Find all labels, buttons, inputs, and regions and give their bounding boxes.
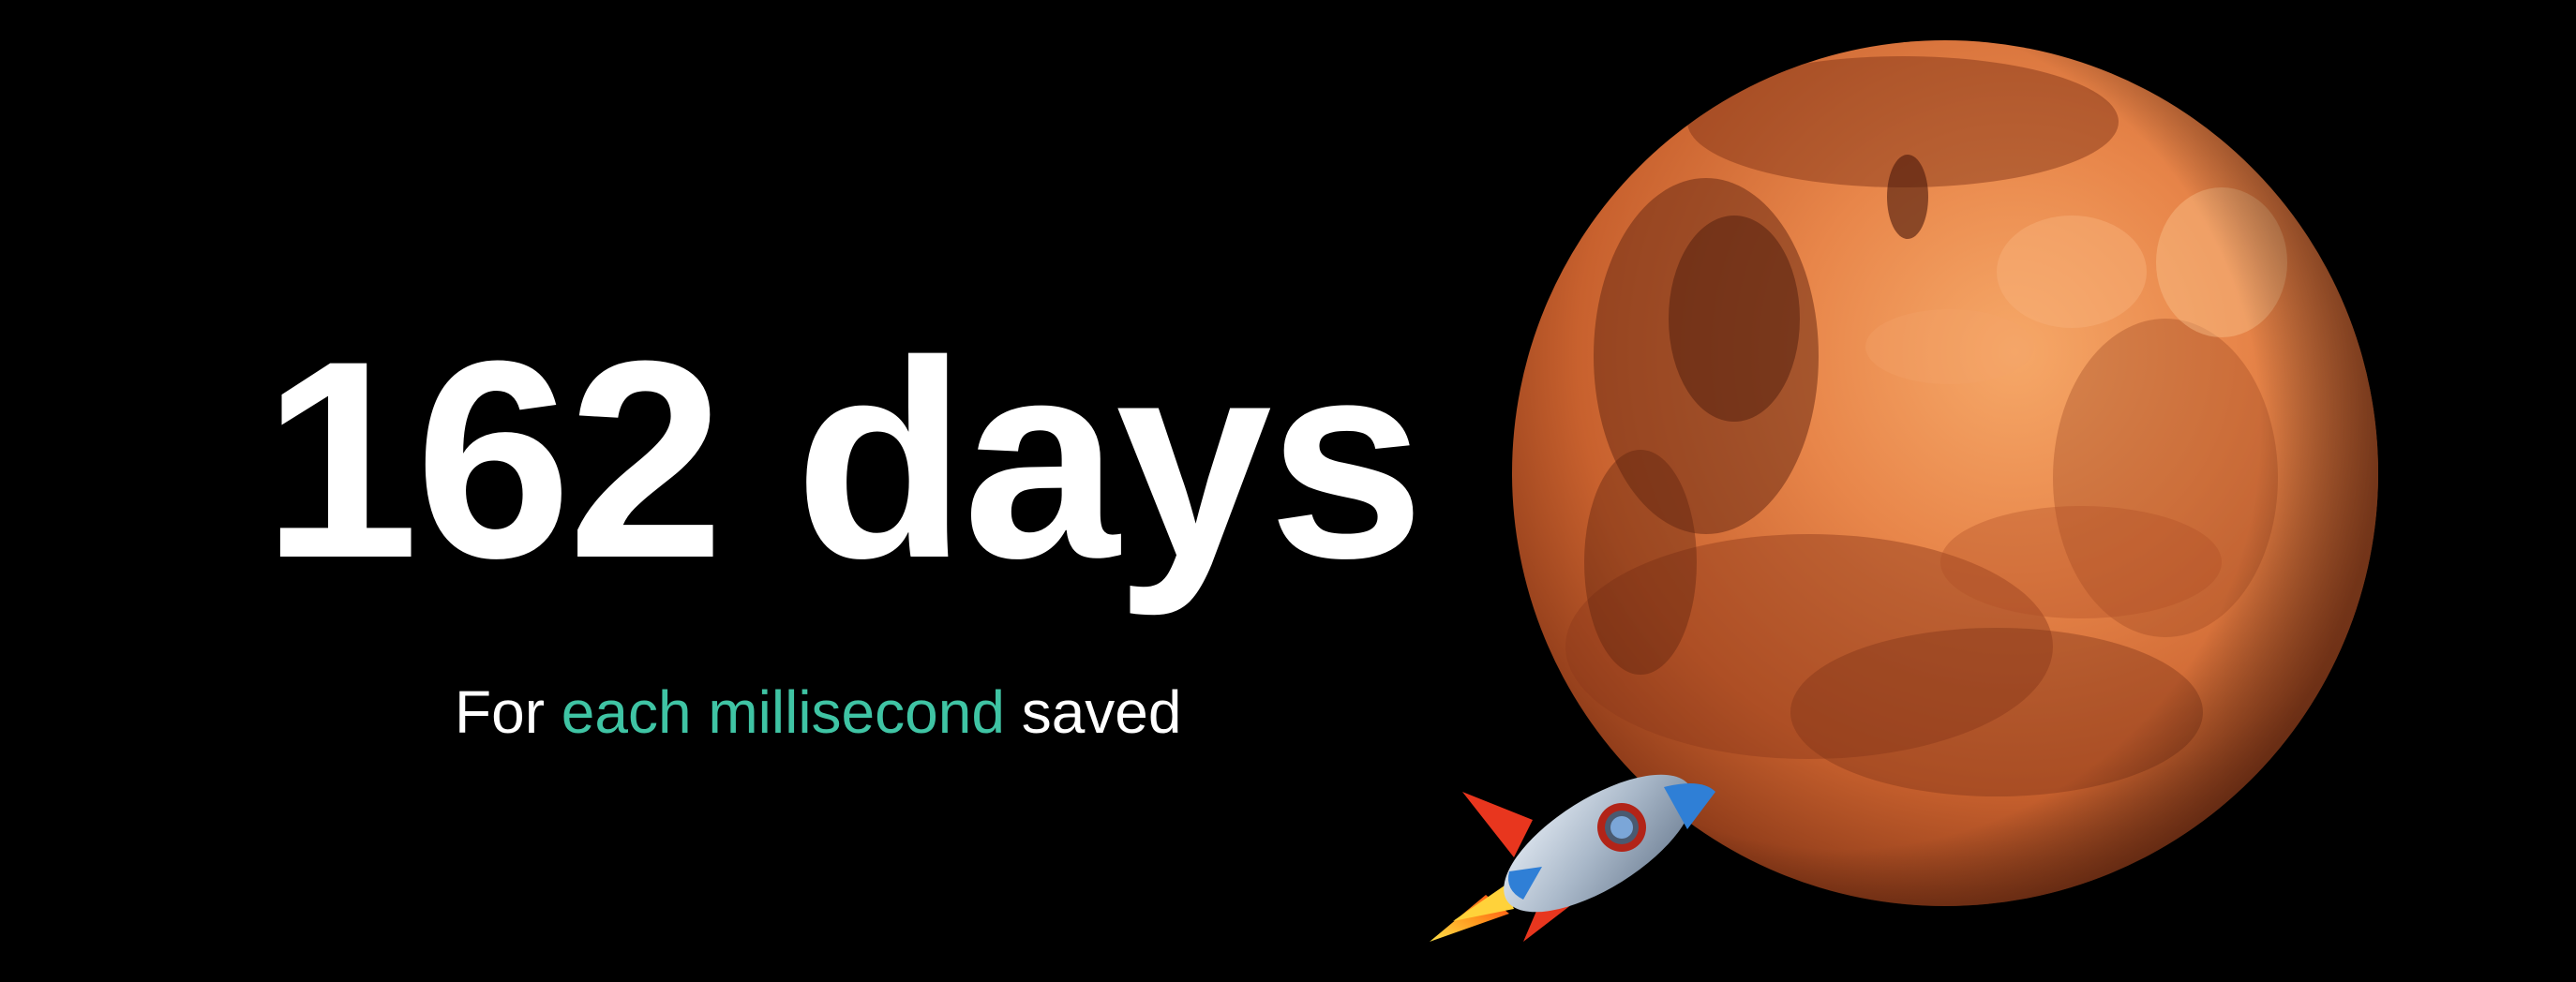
- subline-highlight: each millisecond: [561, 678, 1005, 746]
- slide: 162 days For each millisecond saved: [0, 0, 2576, 982]
- subline-text: For each millisecond saved: [455, 682, 1181, 742]
- rocket-icon: [1420, 754, 1720, 951]
- subline-prefix: For: [455, 678, 562, 746]
- subline-suffix: saved: [1004, 678, 1182, 746]
- headline-days: 162 days: [262, 302, 1425, 617]
